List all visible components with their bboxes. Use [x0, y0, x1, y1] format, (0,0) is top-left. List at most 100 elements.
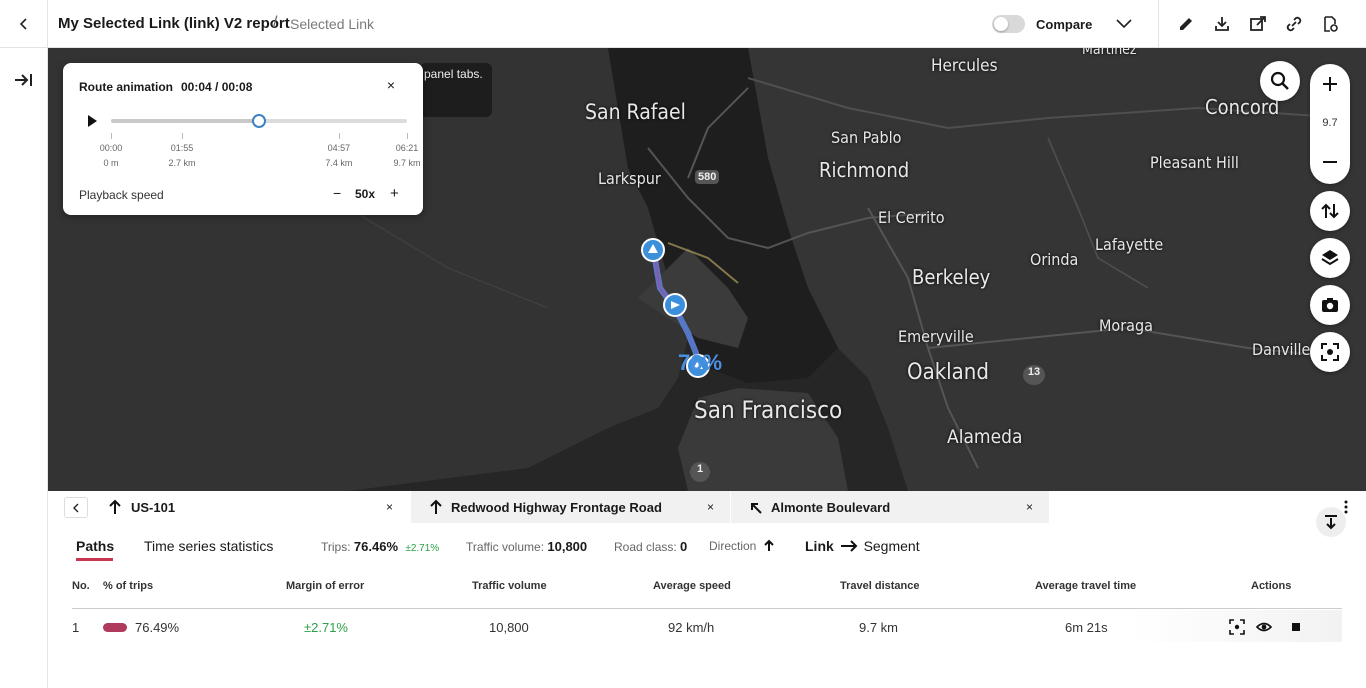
active-tab-indicator — [76, 558, 113, 561]
column-header[interactable]: Average travel time — [1035, 580, 1136, 592]
road-class-label: Road class: — [614, 540, 677, 554]
column-header[interactable]: Travel distance — [840, 580, 920, 592]
more-options-button[interactable] — [1344, 500, 1348, 517]
animation-title: Route animation — [79, 80, 174, 94]
chevron-down-icon[interactable] — [1114, 14, 1134, 34]
road-class-value: 0 — [680, 539, 688, 554]
layers-button[interactable] — [1310, 238, 1350, 278]
zoom-in-button[interactable] — [1310, 70, 1350, 100]
map-view[interactable]: Martinez Hercules San Rafael Concord San… — [48, 48, 1366, 491]
volume-stat: Traffic volume: 10,800 — [466, 539, 587, 554]
link-tab[interactable]: US-101 × — [96, 491, 410, 523]
tick-distance-label: 0 m — [103, 158, 119, 168]
place-label: San Francisco — [694, 396, 843, 424]
focus-icon — [1321, 343, 1339, 361]
tick-distance-label: 9.7 km — [393, 158, 421, 168]
play-icon[interactable] — [85, 114, 99, 128]
tick-distance-label: 7.4 km — [325, 158, 353, 168]
swap-direction-button[interactable] — [1310, 191, 1350, 231]
arrow-up-icon — [109, 499, 121, 514]
arrow-down-to-line-icon — [1325, 515, 1337, 530]
arrow-right-icon — [840, 540, 858, 552]
expand-panel-icon[interactable] — [12, 68, 36, 92]
tab-time-series[interactable]: Time series statistics — [144, 538, 273, 554]
arrow-up-icon — [430, 499, 442, 514]
fit-view-button[interactable] — [1310, 332, 1350, 372]
cell-volume: 10,800 — [489, 620, 529, 635]
place-label: Concord — [1205, 95, 1280, 119]
camera-icon — [1322, 298, 1338, 312]
link-to-segment[interactable]: Link Segment — [805, 538, 920, 554]
swap-vertical-icon — [1321, 203, 1339, 219]
focus-icon[interactable] — [1229, 619, 1245, 635]
speed-decrease-button[interactable]: − — [333, 185, 341, 201]
cell-speed: 92 km/h — [668, 620, 715, 635]
column-header[interactable]: Margin of error — [286, 580, 364, 592]
plus-icon — [1323, 77, 1337, 91]
animation-timeline[interactable] — [111, 114, 407, 128]
close-tab-button[interactable]: × — [386, 500, 393, 514]
search-icon — [1270, 71, 1289, 90]
link-icon[interactable] — [1284, 14, 1304, 34]
link-tab[interactable]: Redwood Highway Frontage Road × — [411, 491, 730, 523]
place-label: Larkspur — [598, 169, 661, 188]
share-icon[interactable] — [1248, 14, 1268, 34]
place-label: Alameda — [947, 426, 1023, 448]
report-title: My Selected Link (link) V2 report — [58, 15, 290, 32]
compare-toggle[interactable] — [992, 15, 1025, 33]
edit-icon[interactable] — [1176, 14, 1196, 34]
column-header[interactable]: % of trips — [103, 580, 153, 592]
map-search-button[interactable] — [1260, 61, 1300, 101]
close-animation-button[interactable]: × — [383, 77, 399, 93]
tab-paths[interactable]: Paths — [76, 538, 114, 554]
chevron-left-icon — [19, 18, 27, 30]
trips-stat: Trips: 76.46% ±2.71% — [321, 539, 439, 554]
place-label: Danville — [1252, 340, 1311, 359]
hint-text: panel tabs. — [424, 67, 483, 81]
route-percent-label: 76% — [678, 350, 723, 375]
tick-time-label: 06:21 — [395, 143, 419, 153]
place-label: Hercules — [931, 56, 998, 76]
link-tab[interactable]: Almonte Boulevard × — [731, 491, 1049, 523]
link-name: US-101 — [131, 500, 176, 515]
cell-percent: 76.49% — [135, 620, 180, 635]
tick-distance-label: 2.7 km — [168, 158, 196, 168]
column-header[interactable]: No. — [72, 580, 90, 592]
trips-margin: ±2.71% — [405, 543, 440, 554]
place-label: Lafayette — [1095, 235, 1164, 254]
route-animation-panel: Route animation 00:04 / 00:08 × 00:00 0 m… — [63, 63, 423, 215]
close-tab-button[interactable]: × — [1026, 500, 1033, 514]
table-row[interactable]: 1 76.49% ±2.71% 10,800 92 km/h 9.7 km 6m… — [72, 610, 1342, 642]
collapse-panel-button[interactable] — [1316, 507, 1346, 537]
close-tab-button[interactable]: × — [707, 500, 714, 514]
place-label: Pleasant Hill — [1150, 153, 1239, 172]
timeline-fill — [111, 119, 259, 123]
volume-label: Traffic volume: — [466, 540, 545, 554]
timeline-handle[interactable] — [252, 114, 266, 128]
speed-increase-button[interactable]: + — [390, 185, 399, 202]
cell-travel-time: 6m 21s — [1065, 620, 1108, 635]
stop-icon[interactable] — [1288, 619, 1304, 635]
place-label: El Cerrito — [878, 208, 945, 227]
place-label: Richmond — [819, 158, 910, 182]
toolbar-divider — [1158, 0, 1159, 48]
tick-time-label: 00:00 — [99, 143, 123, 153]
back-button[interactable] — [0, 0, 48, 48]
eye-icon[interactable] — [1256, 619, 1272, 635]
highway-shield: 13 — [1023, 365, 1045, 385]
report-settings-icon[interactable] — [1320, 14, 1340, 34]
column-header[interactable]: Traffic volume — [472, 580, 547, 592]
place-label: San Pablo — [831, 128, 902, 147]
chevron-left-icon — [73, 503, 79, 512]
column-header[interactable]: Average speed — [653, 580, 731, 592]
highway-shield: 580 — [695, 170, 720, 184]
screenshot-button[interactable] — [1310, 285, 1350, 325]
left-rail — [0, 48, 48, 688]
download-icon[interactable] — [1212, 14, 1232, 34]
direction-label: Direction — [709, 539, 757, 553]
road-class-stat: Road class: 0 — [614, 539, 687, 554]
tabs-back-button[interactable] — [64, 497, 88, 518]
zoom-out-button[interactable] — [1310, 148, 1350, 178]
tick-time-label: 01:55 — [170, 143, 194, 153]
breadcrumb[interactable]: Selected Link — [290, 16, 374, 32]
